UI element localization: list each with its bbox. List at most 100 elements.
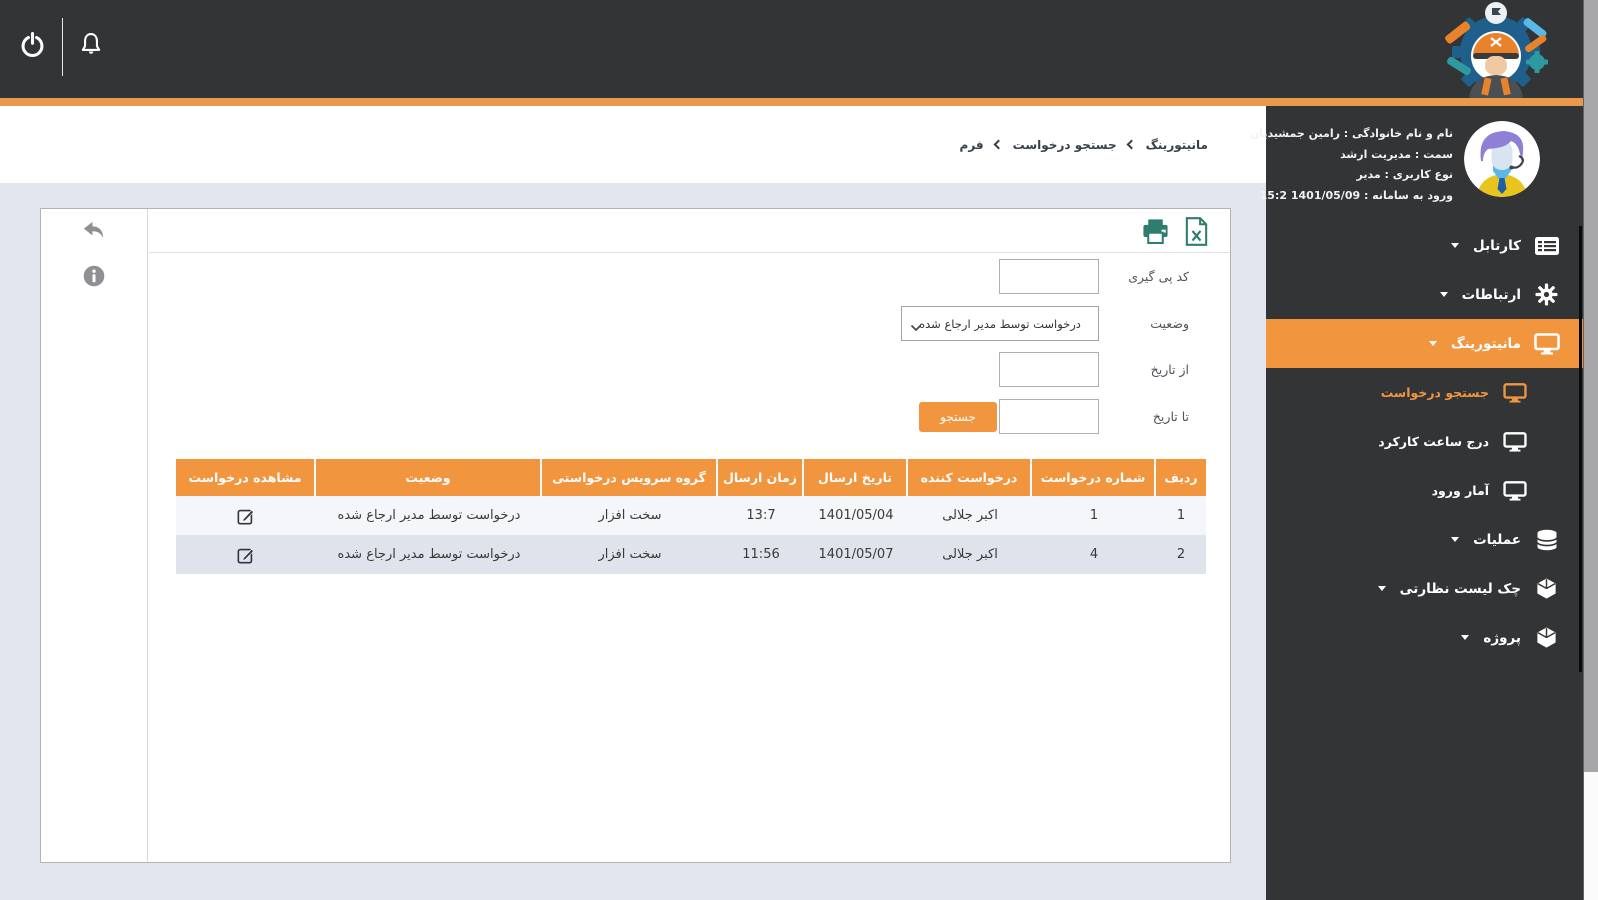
cell-request-number: 4 xyxy=(1089,547,1099,562)
sidebar-item-label: آمار ورود xyxy=(1431,483,1489,498)
sidebar-item-communications[interactable]: ارتباطات xyxy=(1266,270,1583,319)
sidebar-item-label: ارتباطات xyxy=(1461,286,1521,303)
notifications-bell-icon xyxy=(77,30,105,64)
monitor-icon xyxy=(1501,480,1528,501)
cube-icon xyxy=(1533,626,1560,649)
print-icon[interactable] xyxy=(1141,218,1170,249)
sidebar-subitem-login-stats[interactable]: آمار ورود xyxy=(1266,466,1583,515)
cell-send-date: 1401/05/07 xyxy=(818,547,894,562)
sidebar-item-label: پروژه xyxy=(1483,629,1521,646)
sidebar-item-label: جستجو درخواست xyxy=(1380,385,1489,400)
status-select-value: درخواست توسط مدیر ارجاع شده xyxy=(919,316,1081,331)
header-row-number: ردیف xyxy=(1164,470,1198,485)
chevron-down-icon xyxy=(1451,537,1460,542)
status-select[interactable]: درخواست توسط مدیر ارجاع شده xyxy=(901,306,1099,341)
header-send-date: تاریخ ارسال xyxy=(804,459,908,496)
top-bar xyxy=(0,0,1598,98)
page-scrollbar-track[interactable] xyxy=(1583,0,1598,900)
card-main: کد پی گیری وضعیت درخواست توسط مدیر ارجاع… xyxy=(149,209,1230,862)
tracking-code-label: کد پی گیری xyxy=(1128,269,1189,284)
chevron-left-icon xyxy=(993,139,1004,150)
avatar xyxy=(1464,121,1540,197)
page-header: مانیتورینگ جستجو درخواست فرم xyxy=(0,106,1266,183)
cell-requester: اکبر جلالی xyxy=(942,547,998,562)
breadcrumb-item-search-request[interactable]: جستجو درخواست xyxy=(1013,138,1117,152)
header-view-request: مشاهده درخواست xyxy=(176,459,316,496)
chevron-down-icon xyxy=(1439,292,1448,297)
monitor-icon xyxy=(1533,332,1560,355)
chevron-down-icon xyxy=(1461,635,1470,640)
cell-request-number: 1 xyxy=(1089,508,1099,523)
back-arrow-icon[interactable] xyxy=(82,220,107,247)
card-toolbar xyxy=(149,209,1230,253)
card-side-toolbar xyxy=(41,209,148,862)
cell-service-group: سخت افزار xyxy=(598,547,662,562)
gear-icon xyxy=(1533,283,1560,306)
search-button[interactable]: جستجو xyxy=(919,402,997,432)
export-excel-icon[interactable] xyxy=(1184,217,1209,250)
cell-row-number: 2 xyxy=(1176,547,1186,562)
breadcrumb: مانیتورینگ جستجو درخواست فرم xyxy=(960,106,1208,183)
sidebar-item-label: کارتابل xyxy=(1473,237,1521,254)
requests-table: ردیف شماره درخواست درخواست کننده تاریخ ا… xyxy=(176,459,1206,574)
topbar-divider xyxy=(62,18,63,76)
chevron-down-icon xyxy=(1428,341,1437,346)
from-date-label: از تاریخ xyxy=(1150,362,1189,377)
cartable-list-icon xyxy=(1533,236,1560,256)
to-date-label: تا تاریخ xyxy=(1152,409,1189,424)
info-icon[interactable] xyxy=(83,265,105,291)
database-icon xyxy=(1533,529,1560,551)
header-send-time: زمان ارسال xyxy=(718,459,804,496)
header-service-group: گروه سرویس درخواستی xyxy=(542,459,718,496)
from-date-input[interactable] xyxy=(999,352,1099,387)
page-scrollbar-thumb[interactable] xyxy=(1584,0,1598,772)
table-row: 1 1 اکبر جلالی 1401/05/04 13:7 سخت افزار… xyxy=(176,496,1206,535)
search-request-card: کد پی گیری وضعیت درخواست توسط مدیر ارجاع… xyxy=(40,208,1231,863)
sidebar-item-label: مانیتورینگ xyxy=(1450,335,1521,352)
chevron-left-icon xyxy=(1126,139,1137,150)
tracking-code-input[interactable] xyxy=(999,259,1099,294)
cell-service-group: سخت افزار xyxy=(598,508,662,523)
sidebar-item-label: چک لیست نظارتی xyxy=(1399,580,1521,597)
cube-icon xyxy=(1533,577,1560,600)
technician-gear-logo xyxy=(1438,0,1554,98)
breadcrumb-item-form: فرم xyxy=(959,137,984,152)
table-header-row: ردیف شماره درخواست درخواست کننده تاریخ ا… xyxy=(176,459,1206,496)
sidebar-subitem-search-request[interactable]: جستجو درخواست xyxy=(1266,368,1583,417)
user-panel: نام و نام خانوادگی : رامین جمشیدیان سمت … xyxy=(1250,121,1583,206)
header-requester: درخواست کننده xyxy=(908,459,1032,496)
header-request-number: شماره درخواست xyxy=(1032,459,1156,496)
user-position: سمت : مدیریت ارشد xyxy=(1340,147,1453,161)
power-icon xyxy=(19,31,46,63)
notifications-button[interactable] xyxy=(74,28,108,66)
sidebar-subitem-work-hours[interactable]: درج ساعت کارکرد xyxy=(1266,417,1583,466)
status-label: وضعیت xyxy=(1150,316,1189,331)
to-date-input[interactable] xyxy=(999,399,1099,434)
sidebar-item-project[interactable]: پروژه xyxy=(1266,613,1583,662)
sidebar: نام و نام خانوادگی : رامین جمشیدیان سمت … xyxy=(1250,106,1583,900)
user-fullname: نام و نام خانوادگی : رامین جمشیدیان xyxy=(1249,127,1453,140)
cell-status: درخواست توسط مدیر ارجاع شده xyxy=(337,547,521,562)
content-area: کد پی گیری وضعیت درخواست توسط مدیر ارجاع… xyxy=(0,183,1266,900)
cell-send-time: 11:56 xyxy=(742,547,780,562)
user-type: نوع کاربری : مدیر xyxy=(1356,168,1453,181)
monitor-icon xyxy=(1501,382,1528,403)
sidebar-menu: کارتابل ارتباطات مانیتورینگ جستجو درخواس… xyxy=(1266,221,1583,662)
sidebar-item-cartable[interactable]: کارتابل xyxy=(1266,221,1583,270)
sidebar-item-supervisory-checklist[interactable]: چک لیست نظارتی xyxy=(1266,564,1583,613)
sidebar-item-operations[interactable]: عملیات xyxy=(1266,515,1583,564)
sidebar-scrollbar-thumb[interactable] xyxy=(1579,226,1582,672)
cell-send-time: 13:7 xyxy=(746,508,776,523)
cell-row-number: 1 xyxy=(1176,508,1186,523)
edit-request-icon[interactable] xyxy=(237,507,255,525)
chevron-down-icon xyxy=(1451,243,1460,248)
sidebar-item-label: عملیات xyxy=(1473,531,1521,548)
edit-request-icon[interactable] xyxy=(237,546,255,564)
cell-send-date: 1401/05/04 xyxy=(818,508,894,523)
power-button[interactable] xyxy=(15,28,49,66)
monitor-icon xyxy=(1501,431,1528,452)
sidebar-item-monitoring[interactable]: مانیتورینگ xyxy=(1266,319,1583,368)
user-info: نام و نام خانوادگی : رامین جمشیدیان سمت … xyxy=(1250,121,1453,206)
breadcrumb-item-monitoring[interactable]: مانیتورینگ xyxy=(1146,138,1208,152)
cell-status: درخواست توسط مدیر ارجاع شده xyxy=(337,508,521,523)
